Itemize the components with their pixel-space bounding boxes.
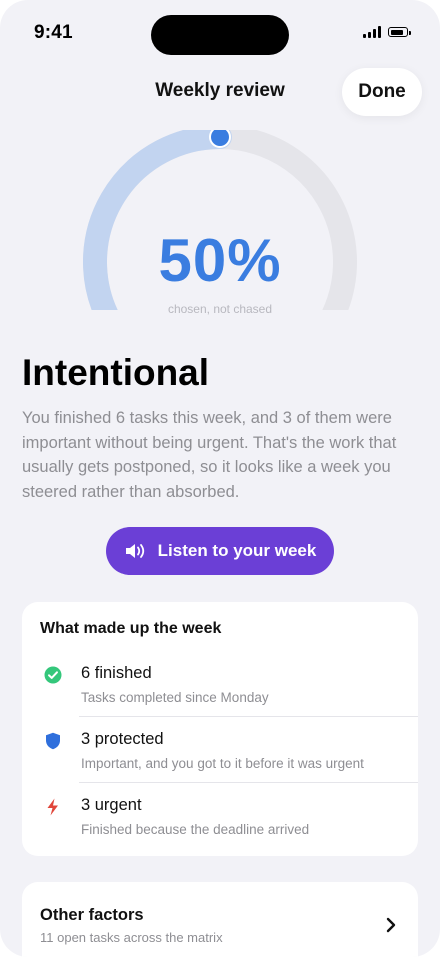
list-item-urgent: 3 urgent Finished because the deadline a… — [22, 784, 418, 850]
dynamic-island — [151, 15, 289, 55]
status-icons — [363, 26, 411, 38]
listen-button-label: Listen to your week — [157, 541, 317, 560]
list-item-protected: 3 protected Important, and you got to it… — [22, 718, 418, 784]
gauge-percentage: 50% — [158, 227, 282, 294]
gauge-knob — [209, 130, 231, 148]
summary-headline: Intentional — [22, 352, 210, 393]
list-item-finished: 6 finished Tasks completed since Monday — [22, 652, 418, 718]
listen-button[interactable]: Listen to your week — [106, 527, 334, 575]
other-factors-row[interactable]: Other factors 11 open tasks across the m… — [22, 882, 418, 957]
phone-screen: 9:41 Weekly review Done 50% chosen, not … — [0, 0, 440, 957]
list-item-subtitle: Important, and you got to it before it w… — [81, 756, 364, 771]
divider — [79, 716, 418, 717]
other-factors-subtitle: 11 open tasks across the matrix — [40, 930, 223, 945]
breakdown-title: What made up the week — [40, 620, 222, 637]
chevron-right-icon — [386, 917, 396, 933]
list-item-title: 3 urgent — [81, 796, 142, 814]
summary-body: You finished 6 tasks this week, and 3 of… — [22, 409, 397, 501]
other-factors-title: Other factors — [40, 906, 144, 924]
list-item-title: 6 finished — [81, 664, 152, 682]
status-time: 9:41 — [34, 22, 73, 43]
list-item-subtitle: Tasks completed since Monday — [81, 690, 269, 705]
shield-icon — [46, 732, 60, 750]
progress-gauge: 50% chosen, not chased — [70, 130, 370, 316]
speaker-icon — [125, 544, 144, 558]
battery-icon — [388, 27, 411, 37]
week-breakdown-card: What made up the week 6 finished Tasks c… — [22, 602, 418, 856]
bolt-icon — [47, 798, 58, 816]
cellular-signal-icon — [363, 26, 381, 38]
done-button[interactable]: Done — [342, 68, 422, 116]
list-item-subtitle: Finished because the deadline arrived — [81, 822, 310, 837]
list-item-title: 3 protected — [81, 730, 164, 748]
gauge-caption: chosen, not chased — [167, 302, 273, 316]
status-bar: 9:41 — [0, 0, 440, 70]
check-circle-icon — [44, 666, 62, 684]
divider — [79, 782, 418, 783]
